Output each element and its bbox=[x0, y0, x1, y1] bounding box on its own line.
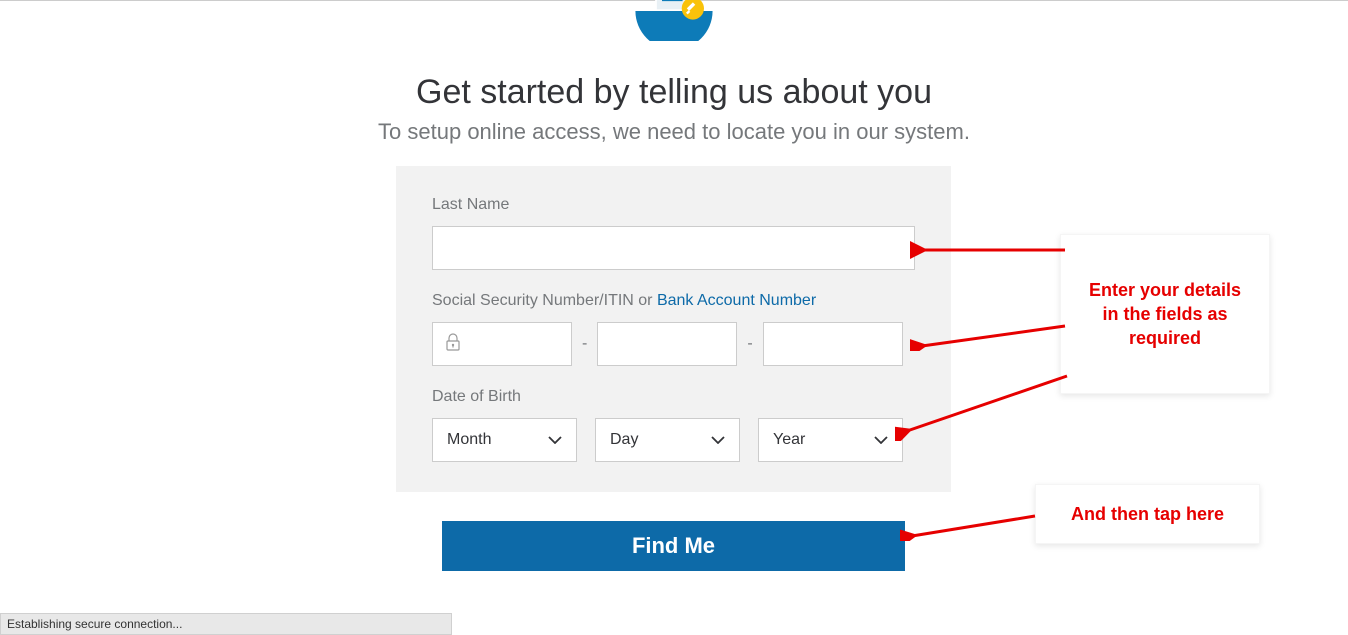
last-name-input[interactable] bbox=[432, 226, 915, 270]
dob-month-value: Month bbox=[447, 431, 491, 449]
bank-account-link[interactable]: Bank Account Number bbox=[657, 292, 816, 309]
form-card: Last Name Social Security Number/ITIN or… bbox=[396, 166, 951, 492]
annotation-box-1: Enter your details in the fields as requ… bbox=[1060, 234, 1270, 394]
dob-label: Date of Birth bbox=[432, 388, 915, 406]
dob-day-select[interactable]: Day bbox=[595, 418, 740, 462]
last-name-label: Last Name bbox=[432, 196, 915, 214]
ssn-input-1[interactable] bbox=[432, 322, 572, 366]
ssn-row: - - bbox=[432, 322, 915, 366]
dob-row: Month Day Year bbox=[432, 418, 915, 462]
status-bar: Establishing secure connection... bbox=[0, 613, 452, 635]
find-me-button[interactable]: Find Me bbox=[442, 521, 905, 571]
dob-month-select[interactable]: Month bbox=[432, 418, 577, 462]
ssn-dash-2: - bbox=[747, 335, 752, 353]
annotation-box-2: And then tap here bbox=[1035, 484, 1260, 544]
annotation-text-2: And then tap here bbox=[1071, 502, 1224, 526]
ssn-label: Social Security Number/ITIN or Bank Acco… bbox=[432, 292, 915, 310]
page-subtitle: To setup online access, we need to locat… bbox=[0, 119, 1348, 145]
ssn-label-text: Social Security Number/ITIN or bbox=[432, 292, 657, 309]
dob-day-value: Day bbox=[610, 431, 638, 449]
dob-year-value: Year bbox=[773, 431, 805, 449]
page-title: Get started by telling us about you bbox=[0, 73, 1348, 112]
dob-year-select[interactable]: Year bbox=[758, 418, 903, 462]
ssn-dash-1: - bbox=[582, 335, 587, 353]
chevron-down-icon bbox=[548, 431, 562, 449]
app-logo bbox=[624, 0, 724, 41]
chevron-down-icon bbox=[711, 431, 725, 449]
annotation-text-1: Enter your details in the fields as requ… bbox=[1081, 278, 1249, 351]
ssn-input-3[interactable] bbox=[763, 322, 903, 366]
annotation-arrow-4 bbox=[900, 511, 1040, 541]
ssn-input-2[interactable] bbox=[597, 322, 737, 366]
chevron-down-icon bbox=[874, 431, 888, 449]
lock-icon bbox=[445, 333, 461, 356]
